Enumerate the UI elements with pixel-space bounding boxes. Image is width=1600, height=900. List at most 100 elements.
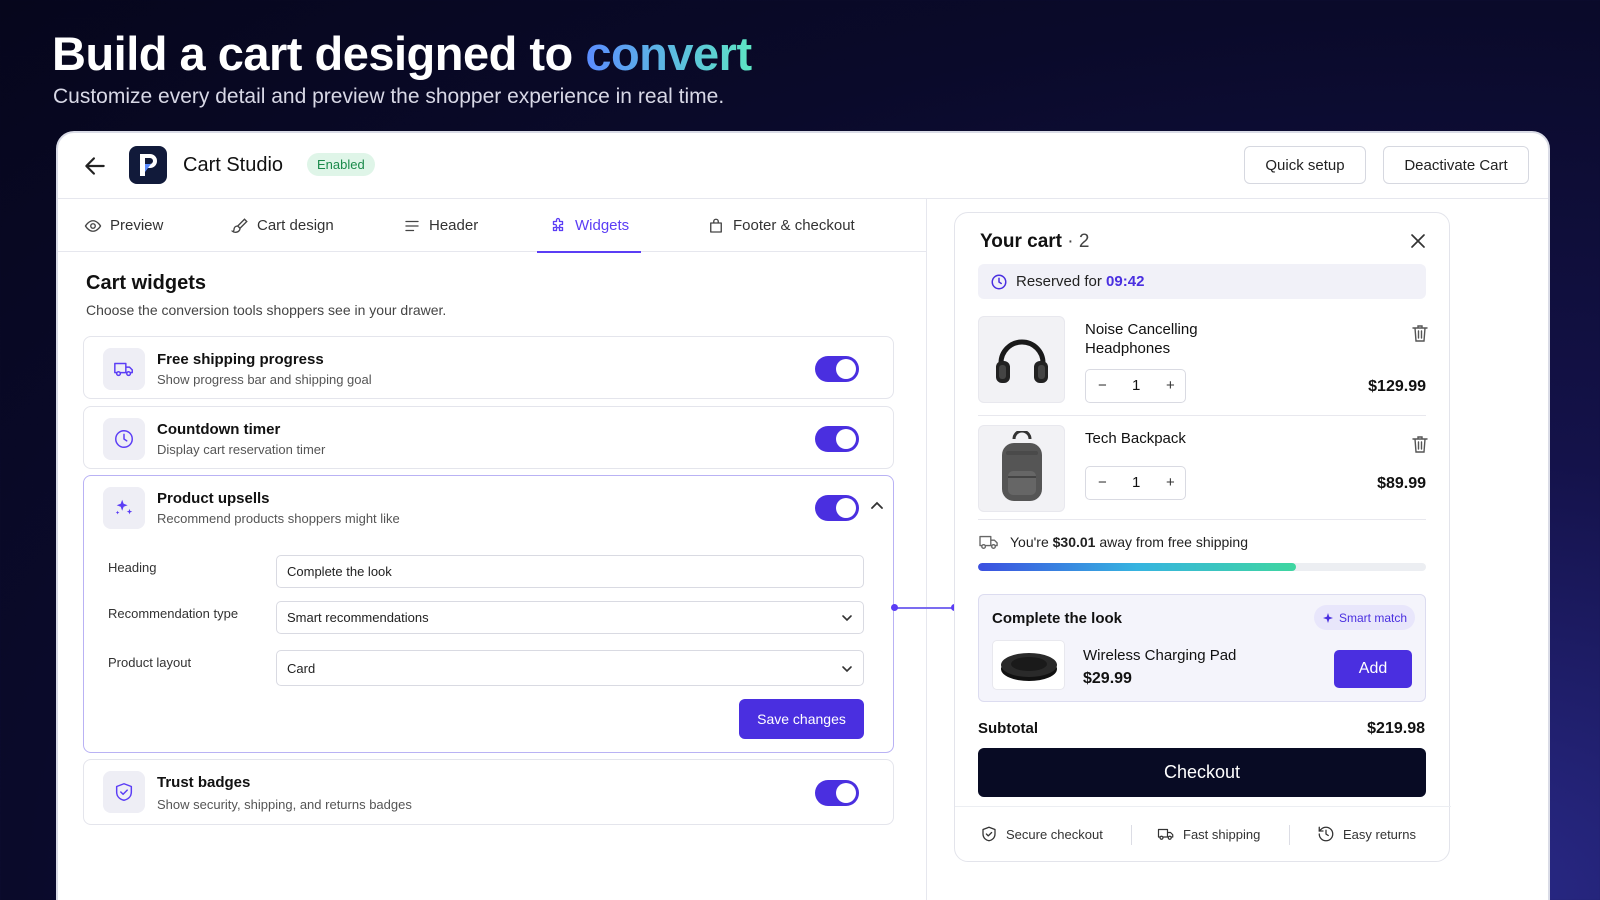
widget-subtitle: Display cart reservation timer [157,442,326,457]
truck-icon [103,348,145,390]
returns-icon [1318,826,1334,842]
subtotal-value: $219.98 [1367,720,1425,737]
item-name: Tech Backpack [1085,430,1186,447]
connector-line [891,604,958,611]
section-title: Cart widgets [86,272,207,294]
trust-badge-secure: Secure checkout [980,825,1103,843]
free-shipping-toggle[interactable] [815,356,859,382]
recommendation-type-value: Smart recommendations [287,610,429,625]
widget-product-upsells: Product upsells Recommend products shopp… [83,475,894,753]
trust-badges-toggle[interactable] [815,780,859,806]
chevron-up-icon[interactable] [869,498,885,514]
app-logo [129,146,167,184]
upsell-product-name: Wireless Charging Pad [1083,647,1237,664]
tab-label: Cart design [257,217,334,234]
cart-drawer-preview: Your cart · 2 Reserved for 09:42 Noise C… [954,212,1451,863]
product-upsells-toggle[interactable] [815,495,859,521]
widget-title: Product upsells [157,490,270,507]
brush-icon [231,217,248,233]
quick-setup-button[interactable]: Quick setup [1244,146,1366,184]
trash-icon[interactable] [1412,324,1428,342]
section-description: Choose the conversion tools shoppers see… [86,302,447,318]
decrease-quantity-button[interactable]: − [1098,377,1107,394]
quantity-value: 1 [1132,377,1141,394]
badge-separator [1131,825,1132,845]
product-layout-select[interactable]: Card [276,650,864,686]
item-divider [978,415,1426,416]
item-price: $129.99 [1368,378,1426,395]
truck-icon [979,535,998,549]
status-badge: Enabled [307,153,375,176]
app-title: Cart Studio [183,154,284,176]
bag-icon [710,218,722,233]
shipping-amount: $30.01 [1052,534,1096,550]
tab-bar: Preview Cart design Header Widgets Foote… [58,199,926,253]
widget-title: Free shipping progress [157,351,324,368]
free-shipping-message: You're $30.01 away from free shipping [978,533,1248,551]
save-changes-button[interactable]: Save changes [739,699,864,739]
trash-icon[interactable] [1412,435,1428,453]
hero-subtitle: Customize every detail and preview the s… [53,85,725,108]
widget-trust-badges: Trust badges Show security, shipping, an… [83,759,894,825]
heading-value: Complete the look [287,564,392,579]
tab-label: Footer & checkout [733,217,855,234]
tab-header[interactable]: Header [403,199,478,252]
cart-item: Noise Cancelling Headphones − 1 + $129.9… [978,316,1428,416]
quantity-value: 1 [1132,474,1141,491]
tab-preview[interactable]: Preview [84,199,163,252]
tab-label: Widgets [575,217,630,234]
item-name: Noise Cancelling Headphones [1085,321,1198,357]
close-icon[interactable] [1410,233,1426,249]
item-divider [978,519,1426,520]
widget-subtitle: Show security, shipping, and returns bad… [157,797,412,812]
widget-subtitle: Show progress bar and shipping goal [157,372,372,387]
puzzle-icon [552,217,564,231]
back-arrow-icon[interactable] [82,153,108,179]
trust-badges-row: Secure checkout Fast shipping Easy retur… [955,806,1451,863]
recommendation-type-select[interactable]: Smart recommendations [276,601,864,634]
clock-icon [991,274,1007,289]
widget-title: Trust badges [157,774,251,791]
cart-count: · 2 [1062,231,1090,252]
widget-title: Countdown timer [157,421,281,438]
heading-label: Heading [108,560,157,575]
checkout-button[interactable]: Checkout [978,748,1426,797]
cart-title: Your cart · 2 [980,231,1090,252]
add-upsell-button[interactable]: Add [1334,650,1412,688]
product-layout-value: Card [287,660,316,676]
recommendation-type-label: Recommendation type [108,606,239,621]
heading-input[interactable]: Complete the look [276,555,864,588]
subtotal-label: Subtotal [978,720,1038,737]
sparkle-icon [1323,612,1333,623]
widget-countdown-timer: Countdown timer Display cart reservation… [83,406,894,469]
reserved-time: 09:42 [1106,273,1145,290]
cart-item: Tech Backpack − 1 + $89.99 [978,425,1428,525]
tab-widgets[interactable]: Widgets [536,199,642,253]
deactivate-cart-button[interactable]: Deactivate Cart [1383,146,1529,184]
countdown-timer-toggle[interactable] [815,426,859,452]
chevron-down-icon [842,666,852,673]
hero-title-main: Build a cart designed to [52,27,586,80]
clock-icon [103,418,145,460]
eye-icon [84,219,102,232]
menu-lines-icon [405,220,419,231]
increase-quantity-button[interactable]: + [1166,377,1175,394]
tab-footer-checkout[interactable]: Footer & checkout [707,199,855,252]
backpack-image [978,425,1065,512]
panel-divider [926,199,927,900]
shipping-progress-fill [978,563,1297,571]
tab-label: Preview [110,217,164,234]
tab-cart-design[interactable]: Cart design [231,199,334,252]
sparkles-icon [103,487,145,529]
top-bar: Cart Studio Enabled Quick setup Deactiva… [58,133,1548,199]
shield-check-icon [103,771,145,813]
decrease-quantity-button[interactable]: − [1098,474,1107,491]
truck-icon [1157,828,1174,840]
headphones-image [978,316,1065,403]
badge-separator [1289,825,1290,845]
chevron-down-icon [842,615,852,622]
reservation-timer: Reserved for 09:42 [978,264,1426,299]
increase-quantity-button[interactable]: + [1166,474,1175,491]
product-layout-label: Product layout [108,655,192,670]
shipping-progress-bar [978,563,1426,571]
